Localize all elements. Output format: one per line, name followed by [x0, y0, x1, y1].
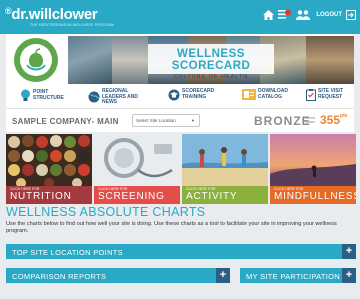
section-heading: WELLNESS ABSOLUTE CHARTS	[6, 205, 206, 219]
logout-label[interactable]: LOGOUT	[316, 12, 342, 18]
notifications-icon[interactable]	[278, 9, 292, 20]
tile-title: MINDFULLNESS	[274, 191, 356, 202]
tile-nutrition[interactable]: CLICK HERE FOR NUTRITION	[6, 134, 92, 204]
globe-icon	[88, 91, 100, 103]
nav-label: SITE VISIT REQUEST	[318, 88, 344, 100]
top-header: ®dr.willclower THE MEDITERRANEAN WELLNES…	[0, 0, 360, 34]
nav-download-catalog[interactable]: DOWNLOAD CATALOG	[242, 88, 294, 101]
brand-logo[interactable]: ®dr.willclower	[5, 6, 98, 23]
clipboard-icon	[306, 89, 316, 101]
tile-title: SCREENING	[98, 191, 165, 202]
wellness-emblem-icon	[14, 38, 58, 82]
nav-point-structure[interactable]: POINT STRUCTURE	[20, 89, 69, 102]
bar-label: TOP SITE LOCATION POINTS	[12, 247, 123, 257]
points-unit: pts	[340, 113, 348, 119]
nutrition-image	[6, 134, 92, 188]
catalog-icon	[242, 89, 256, 101]
users-icon[interactable]	[296, 9, 311, 20]
company-bar: SAMPLE COMPANY- MAIN Select Site Locatio…	[6, 108, 354, 132]
points-value: 355	[320, 113, 341, 127]
quick-links: POINT STRUCTURE REGIONAL LEADERS AND NEW…	[6, 86, 354, 108]
award-level: BRONZE	[254, 114, 311, 128]
tile-caption: CLICK HERE FOR MINDFULLNESS	[270, 186, 356, 204]
scorecard-banner: WELLNESS SCORECARD CULTURE OF HEALTH	[6, 34, 354, 86]
comparison-reports-bar[interactable]: COMPARISON REPORTS +	[6, 268, 230, 283]
tile-title: ACTIVITY	[186, 191, 238, 202]
logo-text: dr.willclower	[11, 6, 98, 23]
lightbulb-icon	[21, 89, 30, 101]
home-icon[interactable]	[263, 9, 275, 20]
page-title: WELLNESS SCORECARD	[171, 48, 251, 72]
chevron-down-icon: ▼	[191, 118, 195, 123]
nav-label: POINT STRUCTURE	[33, 88, 64, 101]
nav-regional-leaders[interactable]: REGIONAL LEADERS AND NEWS	[88, 88, 146, 106]
banner-photo-engineer	[306, 36, 354, 84]
nav-label: REGIONAL LEADERS AND NEWS	[102, 88, 138, 106]
select-placeholder: Select Site Location	[136, 118, 176, 123]
tile-caption: CLICK HERE FOR SCREENING	[94, 186, 180, 204]
nav-label: SCORECARD TRAINING	[182, 88, 215, 100]
mindfullness-image	[270, 134, 356, 186]
points-total: 355pts	[320, 113, 348, 127]
logout-icon[interactable]	[346, 9, 356, 20]
nav-scorecard-training[interactable]: SCORECARD TRAINING	[168, 89, 218, 101]
company-name: SAMPLE COMPANY- MAIN	[12, 117, 119, 126]
activity-image	[182, 134, 268, 186]
section-description: Use the charts below to find out how wel…	[6, 221, 337, 234]
screening-image	[94, 134, 180, 186]
header-icons: LOGOUT	[263, 9, 356, 20]
tile-caption: CLICK HERE FOR ACTIVITY	[182, 186, 268, 204]
page-subtitle: CULTURE OF HEALTH	[173, 74, 249, 80]
banner-photo-worker	[112, 36, 148, 84]
tile-title: NUTRITION	[10, 191, 72, 202]
tile-activity[interactable]: CLICK HERE FOR ACTIVITY	[182, 134, 268, 204]
banner-photo-workers	[68, 36, 112, 84]
expand-plus-icon[interactable]: +	[342, 244, 356, 259]
tile-mindfullness[interactable]: CLICK HERE FOR MINDFULLNESS	[270, 134, 356, 204]
expand-plus-icon[interactable]: +	[216, 268, 230, 283]
grad-cap-icon	[168, 89, 180, 101]
top-site-location-points-bar[interactable]: TOP SITE LOCATION POINTS +	[6, 244, 356, 259]
bar-label: COMPARISON REPORTS	[12, 271, 107, 281]
tile-caption: CLICK HERE FOR NUTRITION	[6, 186, 92, 204]
award-status-label: Award Status	[305, 116, 315, 124]
my-site-participation-bar[interactable]: MY SITE PARTICIPATION +	[240, 268, 356, 283]
tile-screening[interactable]: CLICK HERE FOR SCREENING	[94, 134, 180, 204]
nav-label: DOWNLOAD CATALOG	[258, 88, 288, 100]
site-location-select[interactable]: Select Site Location ▼	[132, 114, 200, 127]
logo-tagline: THE MEDITERRANEAN WELLNESS PROGRAM	[30, 23, 115, 27]
nav-site-visit-request[interactable]: SITE VISIT REQUEST	[306, 89, 346, 101]
expand-plus-icon[interactable]: +	[342, 268, 356, 283]
bar-label: MY SITE PARTICIPATION	[246, 271, 340, 281]
scorecard-title-box: WELLNESS SCORECARD CULTURE OF HEALTH	[148, 44, 274, 80]
